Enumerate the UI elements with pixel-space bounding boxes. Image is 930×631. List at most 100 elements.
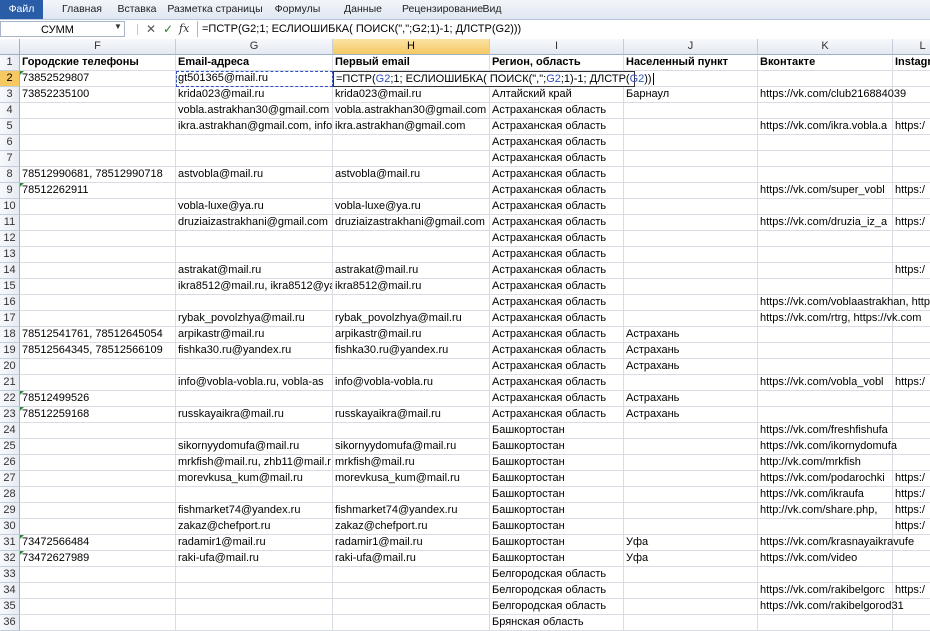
cell-f9[interactable]: 78512262911 xyxy=(20,183,176,199)
cell-l11[interactable]: https:/ xyxy=(893,215,930,231)
cell-f34[interactable] xyxy=(20,583,176,599)
cell-h24[interactable] xyxy=(333,423,490,439)
cell-l9[interactable]: https:/ xyxy=(893,183,930,199)
cell-i17[interactable]: Астраханская область xyxy=(490,311,624,327)
cell-j18[interactable]: Астрахань xyxy=(624,327,758,343)
cell-h25[interactable]: sikornyydomufa@mail.ru xyxy=(333,439,490,455)
tab-0[interactable]: Файл xyxy=(0,0,43,19)
cell-h20[interactable] xyxy=(333,359,490,375)
cell-f33[interactable] xyxy=(20,567,176,583)
cell-j34[interactable] xyxy=(624,583,758,599)
cell-f17[interactable] xyxy=(20,311,176,327)
cell-k28[interactable]: https://vk.com/ikraufa xyxy=(758,487,893,503)
cell-f24[interactable] xyxy=(20,423,176,439)
row-header[interactable]: 10 xyxy=(0,199,20,215)
cell-g6[interactable] xyxy=(176,135,333,151)
cell-h7[interactable] xyxy=(333,151,490,167)
cell-j5[interactable] xyxy=(624,119,758,135)
column-header-g[interactable]: G xyxy=(176,39,333,55)
cell-h2[interactable]: =ПСТР(G2;1; ЕСЛИОШИБКА( ПОИСК(",";G2;1)-… xyxy=(333,71,654,87)
cell-j12[interactable] xyxy=(624,231,758,247)
cell-j30[interactable] xyxy=(624,519,758,535)
cell-k36[interactable] xyxy=(758,615,893,631)
cell-j33[interactable] xyxy=(624,567,758,583)
cell-h4[interactable]: vobla.astrakhan30@gmail.com xyxy=(333,103,490,119)
cell-k11[interactable]: https://vk.com/druzia_iz_a xyxy=(758,215,893,231)
cell-f25[interactable] xyxy=(20,439,176,455)
cell-h16[interactable] xyxy=(333,295,490,311)
cell-j25[interactable] xyxy=(624,439,758,455)
cell-i18[interactable]: Астраханская область xyxy=(490,327,624,343)
cell-f2[interactable]: 73852529807 xyxy=(20,71,176,87)
cell-i10[interactable]: Астраханская область xyxy=(490,199,624,215)
cell-g18[interactable]: arpikastr@mail.ru xyxy=(176,327,333,343)
row-header[interactable]: 28 xyxy=(0,487,20,503)
cell-g5[interactable]: ikra.astrakhan@gmail.com, info xyxy=(176,119,333,135)
cell-g36[interactable] xyxy=(176,615,333,631)
row-header[interactable]: 36 xyxy=(0,615,20,631)
cell-j7[interactable] xyxy=(624,151,758,167)
cell-k25[interactable]: https://vk.com/ikornydomufa xyxy=(758,439,897,455)
cell-i8[interactable]: Астраханская область xyxy=(490,167,624,183)
cell-l20[interactable] xyxy=(893,359,930,375)
cell-h36[interactable] xyxy=(333,615,490,631)
cell-f13[interactable] xyxy=(20,247,176,263)
cell-f20[interactable] xyxy=(20,359,176,375)
cell-f1[interactable]: Городские телефоны xyxy=(20,55,176,71)
tab-1[interactable]: Главная xyxy=(57,0,107,19)
cell-l34[interactable]: https:/ xyxy=(893,583,930,599)
cell-g31[interactable]: radamir1@mail.ru xyxy=(176,535,333,551)
cell-k6[interactable] xyxy=(758,135,893,151)
cell-i28[interactable]: Башкортостан xyxy=(490,487,624,503)
row-header[interactable]: 15 xyxy=(0,279,20,295)
cell-k16[interactable]: https://vk.com/voblaastrakhan, https:/ xyxy=(758,295,930,311)
cell-g15[interactable]: ikra8512@mail.ru, ikra8512@ya xyxy=(176,279,333,295)
cell-k2[interactable] xyxy=(758,71,893,87)
row-header[interactable]: 22 xyxy=(0,391,20,407)
cell-i29[interactable]: Башкортостан xyxy=(490,503,624,519)
cell-g11[interactable]: druziaizastrakhani@gmail.com xyxy=(176,215,333,231)
cell-g1[interactable]: Email-адреса xyxy=(176,55,333,71)
cell-i5[interactable]: Астраханская область xyxy=(490,119,624,135)
row-header[interactable]: 35 xyxy=(0,599,20,615)
cell-i32[interactable]: Башкортостан xyxy=(490,551,624,567)
tab-5[interactable]: Данные xyxy=(333,0,393,19)
row-header[interactable]: 9 xyxy=(0,183,20,199)
cell-l5[interactable]: https:/ xyxy=(893,119,930,135)
cell-i23[interactable]: Астраханская область xyxy=(490,407,624,423)
row-header[interactable]: 31 xyxy=(0,535,20,551)
cell-k27[interactable]: https://vk.com/podarochki xyxy=(758,471,893,487)
cell-l16[interactable] xyxy=(893,295,930,311)
cell-f23[interactable]: 78512259168 xyxy=(20,407,176,423)
cell-l4[interactable] xyxy=(893,103,930,119)
cell-l18[interactable] xyxy=(893,327,930,343)
cell-i1[interactable]: Регион, область xyxy=(490,55,624,71)
cell-h9[interactable] xyxy=(333,183,490,199)
cell-i30[interactable]: Башкортостан xyxy=(490,519,624,535)
cell-f26[interactable] xyxy=(20,455,176,471)
cell-l17[interactable] xyxy=(893,311,930,327)
cell-l31[interactable] xyxy=(893,535,930,551)
cell-k21[interactable]: https://vk.com/vobla_vobl xyxy=(758,375,893,391)
cell-k12[interactable] xyxy=(758,231,893,247)
cell-l26[interactable] xyxy=(893,455,930,471)
cell-g22[interactable] xyxy=(176,391,333,407)
cell-l12[interactable] xyxy=(893,231,930,247)
row-header[interactable]: 11 xyxy=(0,215,20,231)
cell-i15[interactable]: Астраханская область xyxy=(490,279,624,295)
row-header[interactable]: 13 xyxy=(0,247,20,263)
cell-k1[interactable]: Вконтакте xyxy=(758,55,893,71)
cell-h28[interactable] xyxy=(333,487,490,503)
cell-h29[interactable]: fishmarket74@yandex.ru xyxy=(333,503,490,519)
row-header[interactable]: 20 xyxy=(0,359,20,375)
row-header[interactable]: 2 xyxy=(0,71,20,87)
cell-h22[interactable] xyxy=(333,391,490,407)
cell-f16[interactable] xyxy=(20,295,176,311)
cell-f5[interactable] xyxy=(20,119,176,135)
cell-f15[interactable] xyxy=(20,279,176,295)
cell-j26[interactable] xyxy=(624,455,758,471)
cell-i20[interactable]: Астраханская область xyxy=(490,359,624,375)
cell-i26[interactable]: Башкортостан xyxy=(490,455,624,471)
cell-g17[interactable]: rybak_povolzhya@mail.ru xyxy=(176,311,333,327)
cell-j20[interactable]: Астрахань xyxy=(624,359,758,375)
